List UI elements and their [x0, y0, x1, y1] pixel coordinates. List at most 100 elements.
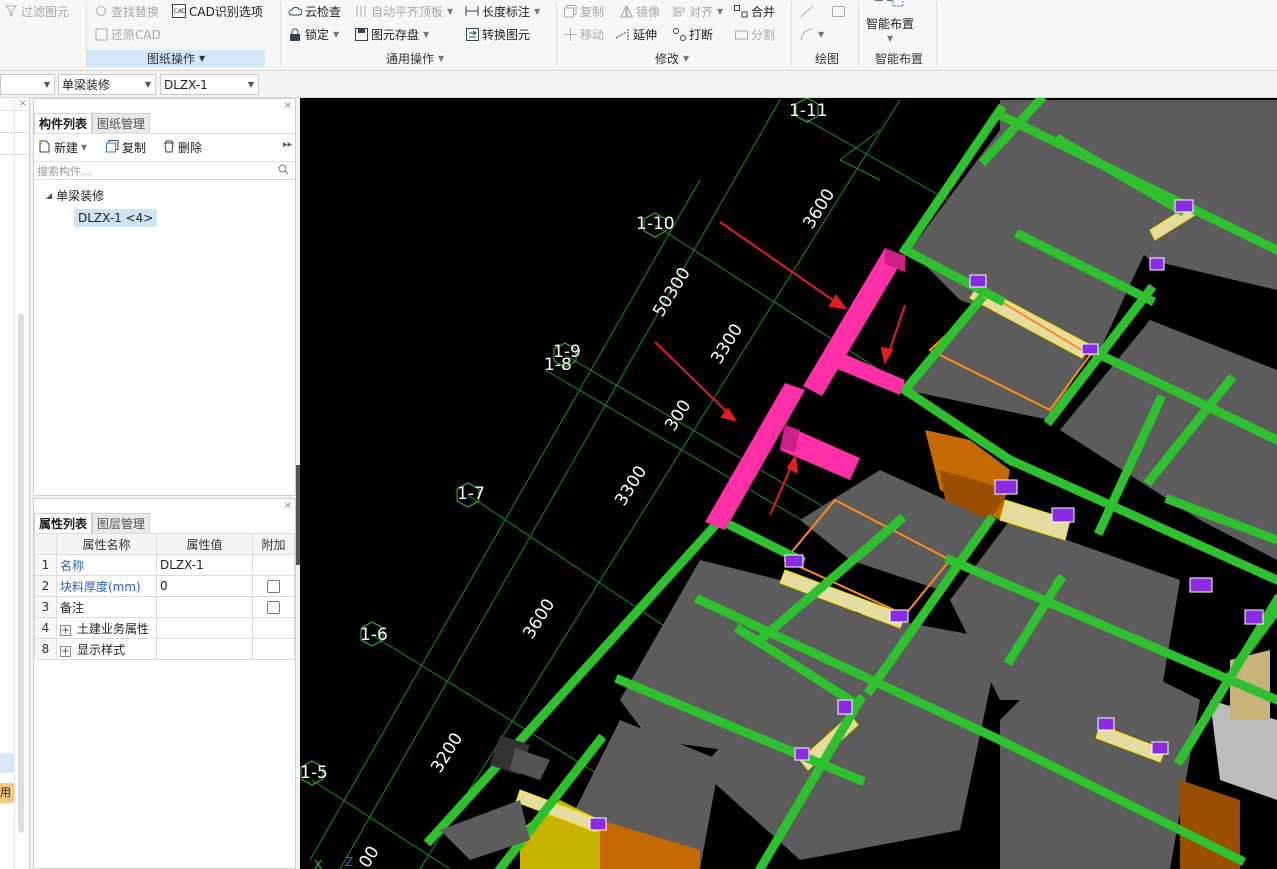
property-value [156, 617, 253, 639]
close-icon[interactable]: × [19, 98, 27, 109]
dimension-label: 3600 [799, 185, 839, 232]
chevron-down-icon: ▼ [438, 54, 445, 63]
auto-flush-button[interactable]: 自动平齐顶板 ▼ [354, 2, 453, 20]
chevron-down-icon: ▼ [887, 33, 894, 43]
divider [14, 98, 15, 869]
merge-button[interactable]: 合并 [734, 2, 775, 20]
cad-options-button[interactable]: CAD CAD识别选项 [172, 2, 263, 20]
delete-button[interactable]: 删除 [163, 139, 202, 156]
move-icon [563, 27, 577, 41]
split-button[interactable]: 分割 [734, 25, 775, 43]
chevron-down-icon: ▼ [333, 29, 340, 39]
property-value[interactable]: DLZX-1 [156, 554, 253, 576]
draw-line-button[interactable] [800, 2, 814, 20]
property-extra [252, 596, 295, 618]
property-value[interactable]: 0 [156, 575, 253, 597]
property-name-group[interactable]: + 土建业务属性 [56, 617, 157, 639]
table-row[interactable]: 2 块料厚度(mm) 0 [34, 575, 295, 597]
scrollbar[interactable] [18, 313, 24, 833]
property-table: 属性名称 属性值 附加 1 名称 DLZX-1 2 块料厚度(mm) 0 3 备… [34, 533, 295, 660]
filter-icon [4, 4, 18, 18]
copy-component-button[interactable]: 复制 [106, 139, 146, 156]
filter-elements-button[interactable]: 过滤图元 [4, 2, 69, 20]
new-button[interactable]: 新建 ▼ [38, 139, 87, 156]
close-icon[interactable]: × [284, 100, 292, 111]
cloud-check-button[interactable]: 云检查 [288, 2, 341, 20]
save-icon [354, 27, 368, 41]
separator [556, 2, 557, 66]
table-header: 属性名称 属性值 附加 [34, 533, 295, 555]
tab-layer-management[interactable]: 图层管理 [92, 513, 151, 533]
chevron-down-icon: ▼ [818, 29, 825, 39]
chevron-down-icon: ▼ [534, 6, 541, 16]
component-list-panel: × 构件列表 图纸管理 新建 ▼ 复制 删除 ▸▸ 搜索构件... ◢ 单梁装修… [33, 98, 296, 496]
search-input[interactable]: 搜索构件... [34, 161, 295, 180]
axis-label: 1-11 [789, 101, 828, 121]
tab-property-list[interactable]: 属性列表 [34, 513, 93, 533]
close-icon[interactable]: × [284, 500, 292, 511]
smart-layout-icon [872, 0, 906, 10]
floor-selector-bar: ▼ 单梁装修 ▼ DLZX-1 ▼ [0, 71, 1277, 98]
cloud-icon [288, 4, 302, 18]
restore-cad-button[interactable]: 还原CAD [94, 25, 161, 43]
table-row[interactable]: 1 名称 DLZX-1 [34, 554, 295, 576]
element-save-button[interactable]: 图元存盘 ▼ [354, 25, 429, 43]
tree-node-child[interactable]: DLZX-1 <4> [74, 209, 158, 227]
move-button[interactable]: 移动 [563, 25, 604, 43]
nav-item-highlight[interactable]: 用 [0, 783, 14, 803]
tab-component-list[interactable]: 构件列表 [34, 113, 93, 133]
floor-combo[interactable]: ▼ [0, 74, 55, 95]
trash-icon [163, 140, 175, 156]
group-draw: 绘图 [815, 52, 840, 66]
group-drawing-ops[interactable]: 图纸操作 ▼ [87, 50, 266, 67]
component-combo[interactable]: DLZX-1 ▼ [160, 74, 259, 95]
group-smart-layout: 智能布置 [875, 52, 924, 66]
break-button[interactable]: 打断 [672, 25, 713, 43]
copy-icon [106, 139, 119, 156]
chevron-down-icon: ▼ [81, 143, 88, 152]
lock-icon [288, 27, 302, 41]
smart-layout-icon-wrap[interactable] [872, 0, 906, 12]
3d-viewport[interactable]: 1-11 1-10 1-9 1-8 1-7 1-6 1-5 3600 50300… [300, 98, 1277, 869]
align-button[interactable]: 对齐 ▼ [672, 2, 723, 20]
length-dim-button[interactable]: 长度标注 ▼ [465, 2, 540, 20]
model-canvas[interactable]: 1-11 1-10 1-9 1-8 1-7 1-6 1-5 3600 50300… [300, 98, 1277, 869]
caret-down-icon[interactable]: ◢ [46, 191, 52, 200]
copy-button[interactable]: 复制 [563, 2, 604, 20]
divider [34, 133, 295, 134]
expand-icon[interactable]: + [60, 624, 71, 636]
nav-item-selected[interactable] [0, 753, 14, 773]
axis-label: 1-7 [457, 484, 485, 504]
draw-rect-button[interactable] [831, 2, 845, 20]
convert-icon [465, 27, 479, 41]
group-modify[interactable]: 修改 ▼ [655, 50, 689, 67]
tab-drawing-management[interactable]: 图纸管理 [92, 113, 151, 133]
row-number: 2 [34, 575, 57, 597]
line-icon [800, 4, 814, 18]
left-nav-strip: × 用 [0, 98, 30, 869]
property-name-group[interactable]: + 显示样式 [56, 638, 157, 660]
component-type-combo[interactable]: 单梁装修 ▼ [58, 74, 156, 95]
smart-layout-dropdown[interactable]: ▼ [886, 29, 893, 47]
property-value[interactable] [156, 596, 253, 618]
expand-icon[interactable]: + [60, 645, 71, 657]
table-row[interactable]: 4 + 土建业务属性 [34, 617, 295, 639]
extra-checkbox[interactable] [267, 601, 280, 614]
extra-checkbox[interactable] [267, 580, 280, 593]
convert-element-button[interactable]: 转换图元 [465, 25, 530, 43]
axis-label: 1-5 [300, 763, 328, 783]
table-row[interactable]: 3 备注 [34, 596, 295, 618]
search-icon[interactable] [278, 164, 289, 178]
header-extra: 附加 [252, 533, 295, 555]
axis-label: 1-8 [544, 355, 572, 375]
mirror-button[interactable]: 镜像 [619, 2, 660, 20]
group-common-ops[interactable]: 通用操作 ▼ [386, 50, 444, 67]
tree-node-parent[interactable]: ◢ 单梁装修 [46, 187, 104, 204]
extend-button[interactable]: 延伸 [616, 25, 657, 43]
more-icon[interactable]: ▸▸ [283, 140, 292, 150]
find-replace-button[interactable]: 查找替换 [94, 2, 159, 20]
chevron-down-icon: ▼ [43, 80, 50, 89]
lock-button[interactable]: 锁定 ▼ [288, 25, 339, 43]
table-row[interactable]: 8 + 显示样式 [34, 638, 295, 660]
draw-arc-button[interactable]: ▼ [800, 25, 824, 43]
